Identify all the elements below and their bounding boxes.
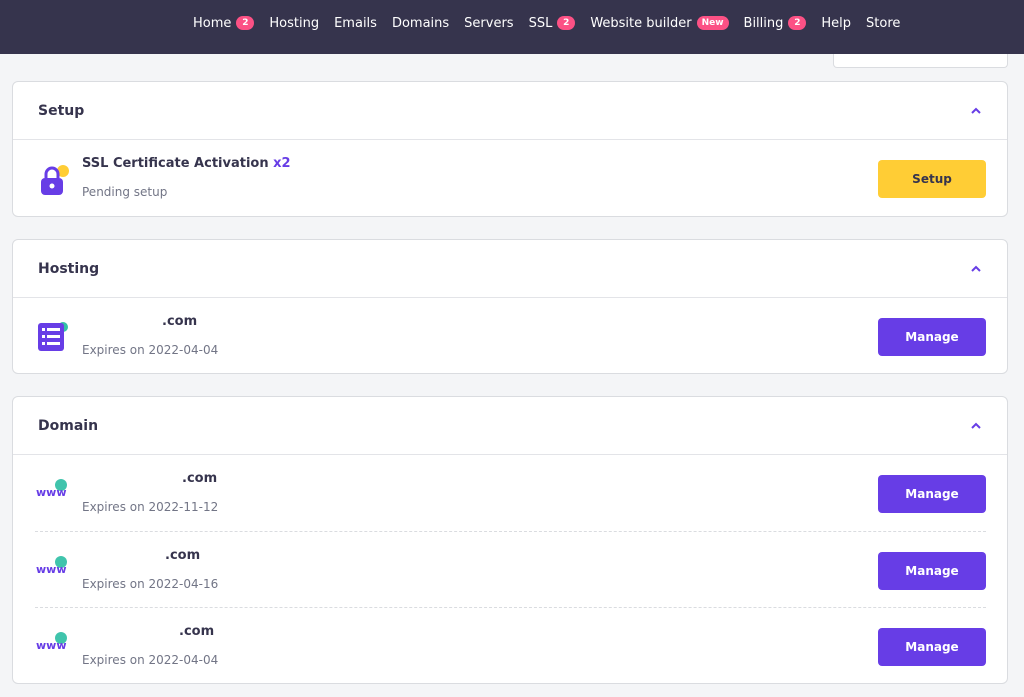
- nav-item-home[interactable]: Home 2: [193, 15, 255, 31]
- new-badge: New: [696, 16, 729, 30]
- nav-item-label: Help: [821, 15, 852, 31]
- item-status: Expires on 2022-04-04: [82, 343, 219, 357]
- www-icon: www: [35, 477, 71, 513]
- nav-item-label: SSL: [528, 15, 553, 31]
- setup-card-header[interactable]: Setup: [13, 82, 1007, 140]
- domain-card: Domain www .com Expires on 2022-11-12 Ma…: [12, 396, 1008, 684]
- setup-button[interactable]: Setup: [878, 160, 986, 198]
- lock-icon: [35, 162, 71, 198]
- card-title: Setup: [38, 102, 85, 119]
- chevron-up-icon[interactable]: [969, 419, 983, 433]
- card-title: Hosting: [38, 260, 100, 277]
- nav-item-label: Billing: [743, 15, 784, 31]
- nav-item-hosting[interactable]: Hosting: [269, 16, 319, 31]
- server-icon: [35, 320, 71, 356]
- chevron-up-icon[interactable]: [969, 104, 983, 118]
- setup-card: Setup SSL Certificate Activation x2 Pend…: [12, 81, 1008, 217]
- list-item: SSL Certificate Activation x2 Pending se…: [35, 140, 986, 216]
- nav-item-label: Emails: [334, 15, 377, 31]
- chevron-up-icon[interactable]: [969, 262, 983, 276]
- notification-badge: 2: [557, 16, 576, 30]
- nav-item-label: Website builder: [590, 15, 692, 31]
- nav-menu: Home 2 Hosting Emails Domains Servers SS…: [193, 0, 900, 46]
- hosting-card-header[interactable]: Hosting: [13, 240, 1007, 298]
- item-name: .com: [162, 314, 198, 329]
- item-name: .com: [179, 624, 215, 639]
- nav-item-label: Servers: [464, 15, 514, 31]
- item-status: Expires on 2022-04-04: [82, 653, 219, 667]
- hosting-card: Hosting .com Expires on 2022-04-04 Manag…: [12, 239, 1008, 374]
- manage-button[interactable]: Manage: [878, 475, 986, 513]
- svg-text:www: www: [36, 639, 67, 652]
- nav-item-label: Hosting: [269, 15, 320, 31]
- nav-item-label: Domains: [391, 15, 450, 31]
- nav-item-website-builder[interactable]: Website builder New: [590, 15, 729, 31]
- nav-item-domains[interactable]: Domains: [392, 16, 449, 31]
- notification-badge: 2: [788, 16, 807, 30]
- list-item: www .com Expires on 2022-04-04 Manage: [35, 607, 986, 683]
- item-name: .com: [182, 471, 218, 486]
- list-item: www .com Expires on 2022-11-12 Manage: [35, 455, 986, 531]
- notification-badge: 2: [236, 16, 255, 30]
- list-item: www .com Expires on 2022-04-16 Manage: [35, 531, 986, 607]
- item-status: Expires on 2022-04-16: [82, 577, 219, 591]
- manage-button[interactable]: Manage: [878, 318, 986, 356]
- nav-item-emails[interactable]: Emails: [334, 16, 377, 31]
- www-icon: www: [35, 630, 71, 666]
- svg-text:www: www: [36, 486, 67, 499]
- dropdown-panel-edge: [833, 54, 1008, 68]
- item-status: Expires on 2022-11-12: [82, 500, 219, 514]
- manage-button[interactable]: Manage: [878, 628, 986, 666]
- nav-item-ssl[interactable]: SSL 2: [529, 16, 576, 31]
- manage-button[interactable]: Manage: [878, 552, 986, 590]
- nav-item-billing[interactable]: Billing 2: [744, 16, 807, 31]
- nav-item-servers[interactable]: Servers: [464, 16, 513, 31]
- list-item: .com Expires on 2022-04-04 Manage: [35, 298, 986, 374]
- top-navigation: Home 2 Hosting Emails Domains Servers SS…: [0, 0, 1024, 54]
- domain-card-header[interactable]: Domain: [13, 397, 1007, 455]
- nav-item-help[interactable]: Help: [821, 16, 851, 31]
- svg-text:www: www: [36, 563, 67, 576]
- item-status: Pending setup: [82, 185, 168, 199]
- item-name: SSL Certificate Activation: [82, 156, 269, 171]
- www-icon: www: [35, 554, 71, 590]
- item-title: SSL Certificate Activation x2: [82, 156, 291, 171]
- card-title: Domain: [38, 417, 99, 434]
- nav-item-label: Store: [866, 15, 901, 31]
- nav-item-label: Home: [193, 15, 232, 31]
- item-name: .com: [165, 548, 201, 563]
- nav-item-store[interactable]: Store: [866, 16, 900, 31]
- item-multiplier: x2: [273, 156, 291, 171]
